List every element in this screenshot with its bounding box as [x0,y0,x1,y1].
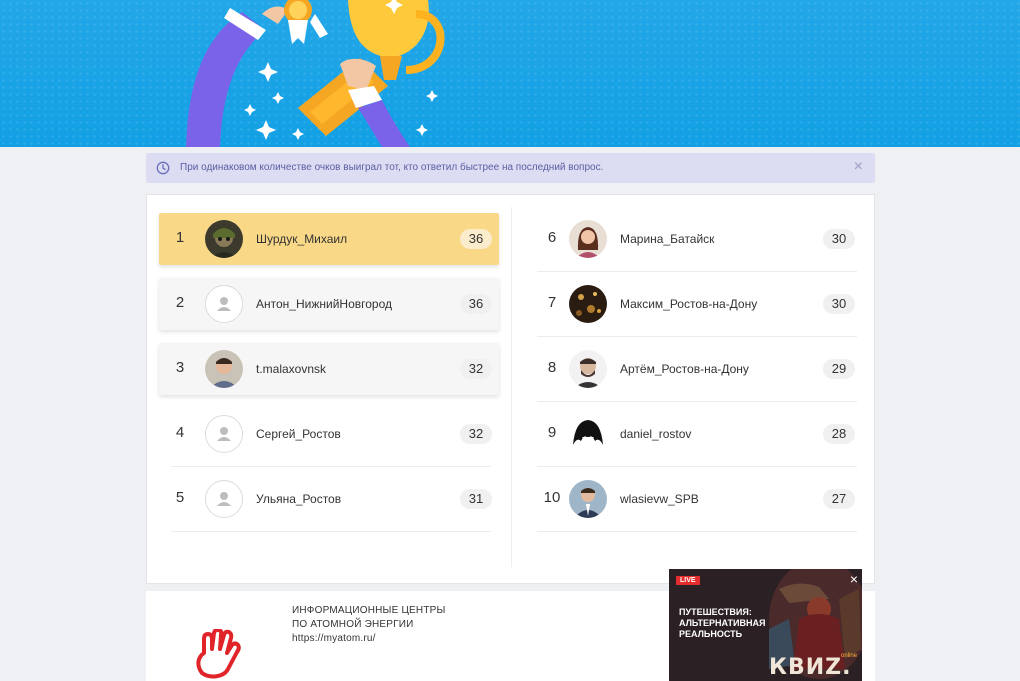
ad-title: ПУТЕШЕСТВИЯ: АЛЬТЕРНАТИВНАЯ РЕАЛЬНОСТЬ [679,607,765,640]
leaderboard-row[interactable]: 2 Антон_НижнийНовгород 36 [159,278,499,330]
avatar [569,220,607,258]
clock-icon [156,161,170,175]
leaderboard-row[interactable]: 8 Артём_Ростов-на-Дону 29 [537,343,857,402]
score-badge: 30 [823,294,855,314]
score-badge: 36 [460,294,492,314]
avatar-placeholder-icon [205,415,243,453]
sponsor-link[interactable]: https://myatom.ru/ [292,633,376,644]
rank-number: 10 [543,489,561,506]
player-name: Сергей_Ростов [256,427,341,441]
sponsor-name-line2: ПО АТОМНОЙ ЭНЕРГИИ [292,619,414,630]
tiebreak-notice: При одинаковом количестве очков выиграл … [146,153,875,183]
avatar [205,350,243,388]
ad-title-line: АЛЬТЕРНАТИВНАЯ [679,618,766,628]
close-icon[interactable]: × [850,572,858,586]
player-name: Максим_Ростов-на-Дону [620,297,758,311]
player-name: daniel_rostov [620,427,692,441]
avatar [205,220,243,258]
rank-number: 8 [547,359,557,376]
avatar [569,480,607,518]
leaderboard: 1 Шурдук_Михаил 36 2 Антон_НижнийНовгоро… [146,194,875,584]
sponsor-name-line1: ИНФОРМАЦИОННЫЕ ЦЕНТРЫ [292,605,446,616]
score-badge: 29 [823,359,855,379]
player-name: Марина_Батайск [620,232,715,246]
avatar [569,285,607,323]
leaderboard-row[interactable]: 10 wlasievw_SPB 27 [537,473,857,532]
close-icon[interactable]: × [854,159,863,175]
score-badge: 30 [823,229,855,249]
rank-number: 1 [175,229,185,246]
video-ad-popup[interactable]: LIVE × ПУТЕШЕСТВИЯ: АЛЬТЕРНАТИВНАЯ РЕАЛЬ… [669,569,862,681]
leaderboard-row[interactable]: 5 Ульяна_Ростов 31 [159,473,499,532]
avatar-placeholder-icon [205,285,243,323]
leaderboard-row[interactable]: 1 Шурдук_Михаил 36 [159,213,499,265]
score-badge: 36 [460,229,492,249]
avatar [569,350,607,388]
rank-number: 7 [547,294,557,311]
player-name: t.malaxovnsk [256,362,327,376]
rank-number: 6 [547,229,557,246]
avatar [569,415,607,453]
player-name: Артём_Ростов-на-Дону [620,362,749,376]
score-badge: 27 [823,489,855,509]
trophy-illustration [186,0,445,147]
rank-number: 2 [175,294,185,311]
hand-logo-icon [196,629,241,679]
score-badge: 31 [460,489,492,509]
leaderboard-row[interactable]: 6 Марина_Батайск 30 [537,213,857,272]
ad-title-line: РЕАЛЬНОСТЬ [679,629,743,639]
hero-pattern [0,0,1020,147]
hero-banner [0,0,1020,147]
leaderboard-row[interactable]: 4 Сергей_Ростов 32 [159,408,499,467]
player-name: Шурдук_Михаил [256,232,348,246]
score-badge: 28 [823,424,855,444]
notice-text: При одинаковом количестве очков выиграл … [180,162,604,173]
player-name: Антон_НижнийНовгород [256,297,392,311]
rank-number: 3 [175,359,185,376]
player-name: Ульяна_Ростов [256,492,342,506]
rank-number: 5 [175,489,185,506]
leaderboard-row[interactable]: 9 daniel_rostov 28 [537,408,857,467]
score-badge: 32 [460,359,492,379]
ad-title-line: ПУТЕШЕСТВИЯ: [679,607,752,617]
score-badge: 32 [460,424,492,444]
rank-number: 9 [547,424,557,441]
column-divider [511,207,512,567]
rank-number: 4 [175,424,185,441]
leaderboard-row[interactable]: 7 Максим_Ростов-на-Дону 30 [537,278,857,337]
player-name: wlasievw_SPB [620,492,699,506]
live-badge: LIVE [676,576,700,585]
ad-brand-suffix: online [841,653,858,659]
leaderboard-row[interactable]: 3 t.malaxovnsk 32 [159,343,499,395]
avatar-placeholder-icon [205,480,243,518]
ad-brand-logo: КВИZ. [769,655,852,680]
